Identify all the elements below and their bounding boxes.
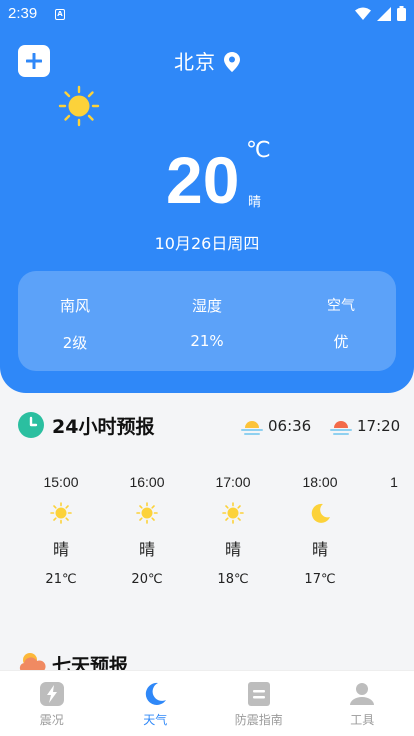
hour-condition: 晴 — [52, 540, 69, 559]
weather-stats-card: 南风 2级 湿度 21% 空气 优 — [18, 271, 396, 371]
hour-time: 16:00 — [129, 474, 165, 490]
battery-icon — [397, 6, 406, 21]
city-name: 北京 — [174, 50, 216, 74]
notification-icon: A — [55, 9, 65, 20]
nav-tab-earthquake[interactable]: 震况 — [0, 671, 104, 736]
hour-condition: 晴 — [138, 540, 155, 559]
hour-item: 1 — [351, 474, 414, 490]
sunset-info: 17:20 — [329, 416, 400, 436]
current-condition: 晴 — [248, 195, 262, 210]
status-indicators — [355, 6, 406, 21]
hourly-forecast-section: 24小时预报 06:36 17:20 15:00 晴 21℃ 16:00 晴 2… — [0, 402, 414, 642]
nav-tab-tools[interactable]: 工具 — [311, 671, 414, 736]
moon-icon — [277, 502, 363, 524]
nav-label: 防震指南 — [234, 713, 283, 727]
stat-label: 南风 — [59, 297, 90, 315]
stat-label: 湿度 — [191, 297, 222, 315]
hour-time: 15:00 — [43, 474, 79, 490]
hour-item: 17:00 晴 18℃ — [190, 474, 276, 587]
sunrise-icon — [241, 421, 263, 435]
stat-value: 优 — [333, 333, 349, 351]
nav-label: 工具 — [350, 713, 375, 727]
hourly-list[interactable]: 15:00 晴 21℃ 16:00 晴 20℃ 17:00 晴 18℃ 18:0… — [0, 474, 414, 604]
stat-value: 2级 — [62, 334, 88, 352]
sun-icon — [58, 85, 100, 127]
stat-label: 空气 — [327, 298, 355, 314]
location-pin-icon — [224, 51, 240, 72]
weather-header: 2:39 A 北京 20 ℃ 晴 10月26日周四 南风 2级 湿度 21% 空… — [0, 0, 414, 393]
hour-temperature: 17℃ — [304, 572, 336, 587]
hour-temperature: 21℃ — [45, 572, 77, 587]
current-temperature: 20 — [166, 143, 240, 217]
hour-item: 15:00 晴 21℃ — [18, 474, 104, 587]
sunrise-time: 06:36 — [268, 417, 312, 435]
hour-item: 18:00 晴 17℃ — [277, 474, 363, 587]
sunrise-info: 06:36 — [240, 416, 311, 436]
nav-tab-guide[interactable]: 防震指南 — [207, 671, 311, 736]
hour-temperature: 20℃ — [131, 572, 163, 587]
hourly-forecast-title: 24小时预报 — [52, 416, 155, 438]
user-icon — [350, 683, 375, 705]
nav-label: 天气 — [143, 713, 168, 727]
moon-icon — [146, 682, 167, 705]
stat-air: 空气 优 — [296, 295, 386, 352]
wifi-icon — [355, 7, 371, 20]
hour-time: 17:00 — [215, 474, 251, 490]
hour-condition: 晴 — [311, 540, 328, 559]
sunset-time: 17:20 — [357, 417, 401, 435]
nav-label: 震况 — [39, 713, 64, 727]
hour-item: 16:00 晴 20℃ — [104, 474, 190, 587]
status-bar: 2:39 A — [0, 0, 414, 30]
hour-condition: 晴 — [224, 540, 241, 559]
stat-value: 21% — [190, 332, 224, 350]
weather-page: 2:39 A 北京 20 ℃ 晴 10月26日周四 南风 2级 湿度 21% 空… — [0, 0, 414, 736]
stat-wind: 南风 2级 — [30, 295, 120, 353]
sun-icon — [18, 502, 104, 524]
sunset-icon — [330, 421, 352, 435]
clock-icon — [18, 412, 44, 438]
sun-icon — [190, 502, 276, 524]
lightning-icon — [39, 682, 64, 706]
stat-humidity: 湿度 21% — [162, 295, 252, 350]
temperature-unit: ℃ — [246, 138, 271, 163]
sun-icon — [104, 502, 190, 524]
bottom-navigation: 震况 天气 防震指南 工具 — [0, 670, 414, 736]
city-selector[interactable]: 北京 — [0, 46, 414, 75]
signal-icon — [377, 6, 391, 21]
hour-temperature: 18℃ — [217, 572, 249, 587]
current-date: 10月26日周四 — [154, 234, 260, 253]
hour-time: 1 — [390, 474, 398, 490]
status-time: 2:39 — [8, 5, 38, 22]
document-icon — [247, 682, 270, 706]
nav-tab-weather[interactable]: 天气 — [104, 671, 208, 736]
